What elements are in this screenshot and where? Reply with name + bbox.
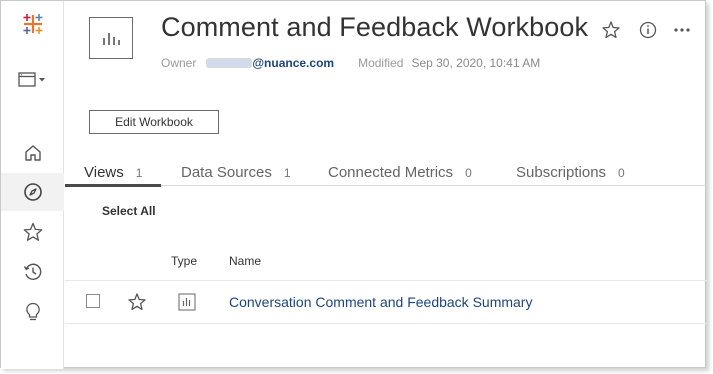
info-icon[interactable] [637, 19, 659, 41]
tab-connected-metrics[interactable]: Connected Metrics 0 [328, 164, 472, 181]
edit-workbook-button[interactable]: Edit Workbook [89, 110, 219, 134]
owner-label: Owner [161, 56, 197, 70]
tabs-divider [65, 185, 707, 186]
tab-label: Views [84, 164, 124, 181]
modified-label: Modified [358, 56, 404, 70]
tab-count: 0 [618, 166, 625, 180]
more-actions-icon[interactable] [671, 19, 693, 41]
tab-count: 1 [135, 166, 143, 180]
view-name-link[interactable]: Conversation Comment and Feedback Summar… [229, 294, 532, 310]
tab-label: Subscriptions [516, 164, 607, 181]
table-header-divider [65, 280, 707, 281]
tableau-logo-icon[interactable] [1, 5, 64, 43]
tab-label: Data Sources [181, 164, 272, 181]
tab-subscriptions[interactable]: Subscriptions 0 [516, 164, 625, 181]
workbook-meta: Owner @nuance.com Modified Sep 30, 2020,… [161, 56, 540, 70]
row-favorite-star-icon[interactable] [127, 292, 147, 317]
favorites-star-icon[interactable] [1, 213, 64, 251]
recents-clock-icon[interactable] [1, 253, 64, 291]
tab-views[interactable]: Views 1 [84, 164, 142, 181]
select-all-link[interactable]: Select All [102, 204, 156, 218]
row-select-checkbox[interactable] [86, 294, 100, 308]
modified-value: Sep 30, 2020, 10:41 AM [411, 56, 541, 70]
owner-email-link[interactable]: @nuance.com [252, 56, 334, 70]
tab-count: 1 [283, 166, 291, 180]
browse-menu-icon[interactable] [1, 61, 64, 99]
page-title: Comment and Feedback Workbook [161, 12, 589, 42]
view-type-icon [178, 293, 196, 316]
table-row-divider [65, 323, 707, 324]
tab-data-sources[interactable]: Data Sources 1 [181, 164, 291, 181]
owner-name-redacted [206, 58, 253, 68]
recommendations-bulb-icon[interactable] [1, 293, 64, 331]
tab-count: 0 [465, 166, 472, 180]
explore-compass-icon[interactable] [1, 173, 64, 211]
left-sidebar [1, 1, 64, 369]
tab-label: Connected Metrics [328, 164, 454, 181]
workbook-thumbnail-icon [89, 17, 133, 59]
column-header-type[interactable]: Type [171, 254, 197, 268]
active-tab-indicator [65, 184, 161, 187]
app-window: Comment and Feedback Workbook Owner @nua… [0, 0, 707, 369]
column-header-name[interactable]: Name [229, 254, 261, 268]
home-icon[interactable] [1, 134, 64, 172]
favorite-star-icon[interactable] [600, 19, 622, 41]
